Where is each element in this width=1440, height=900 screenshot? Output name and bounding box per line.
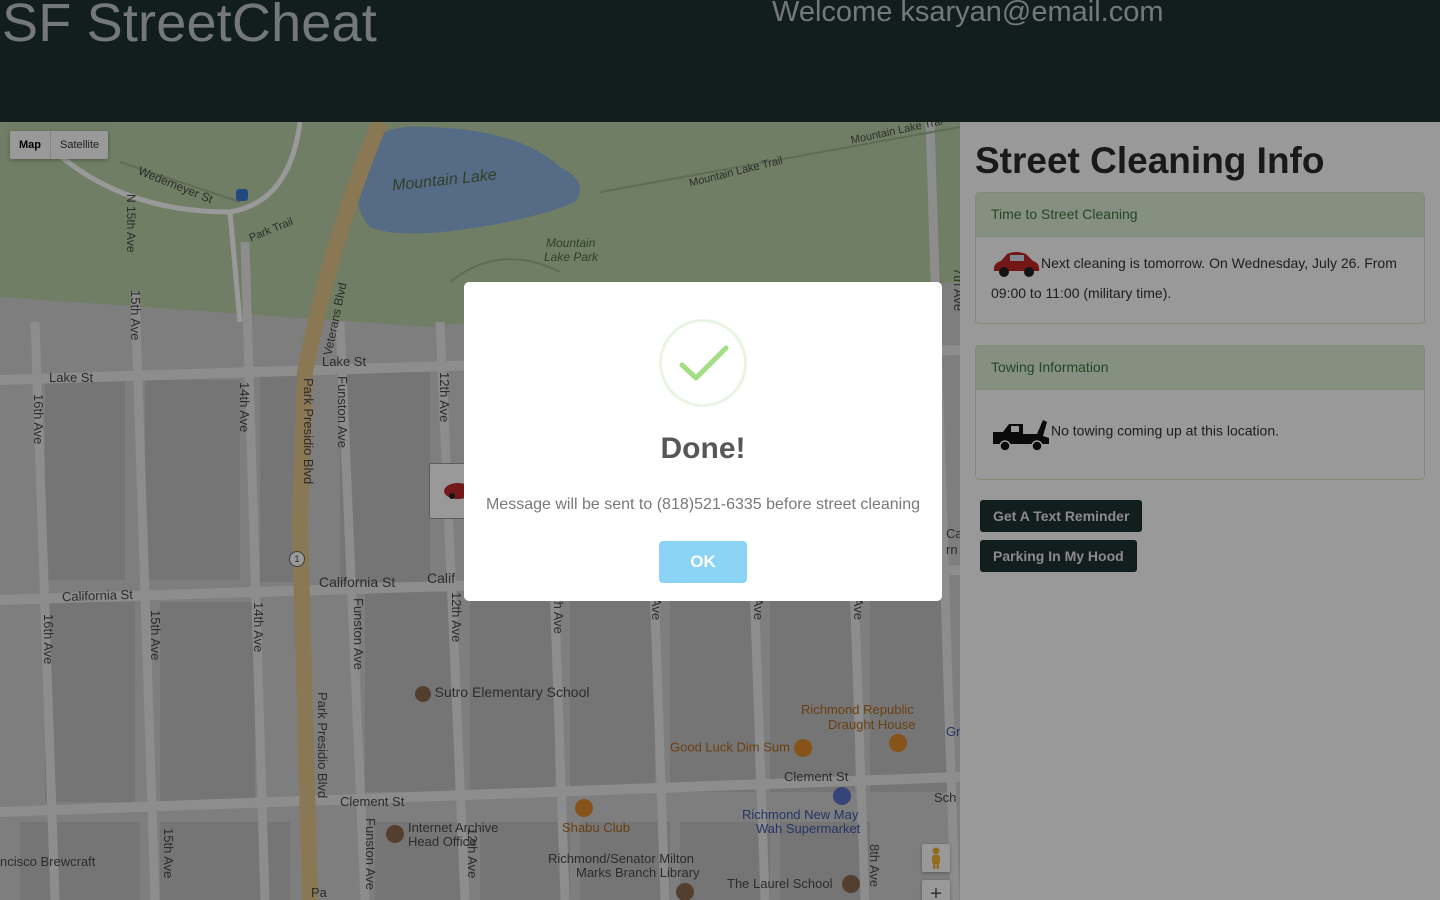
success-check-icon	[659, 319, 747, 407]
success-dialog: Done! Message will be sent to (818)521-6…	[464, 282, 942, 601]
ok-button[interactable]: OK	[659, 541, 747, 583]
dialog-title: Done!	[660, 432, 746, 465]
dialog-message: Message will be sent to (818)521-6335 be…	[485, 496, 921, 513]
